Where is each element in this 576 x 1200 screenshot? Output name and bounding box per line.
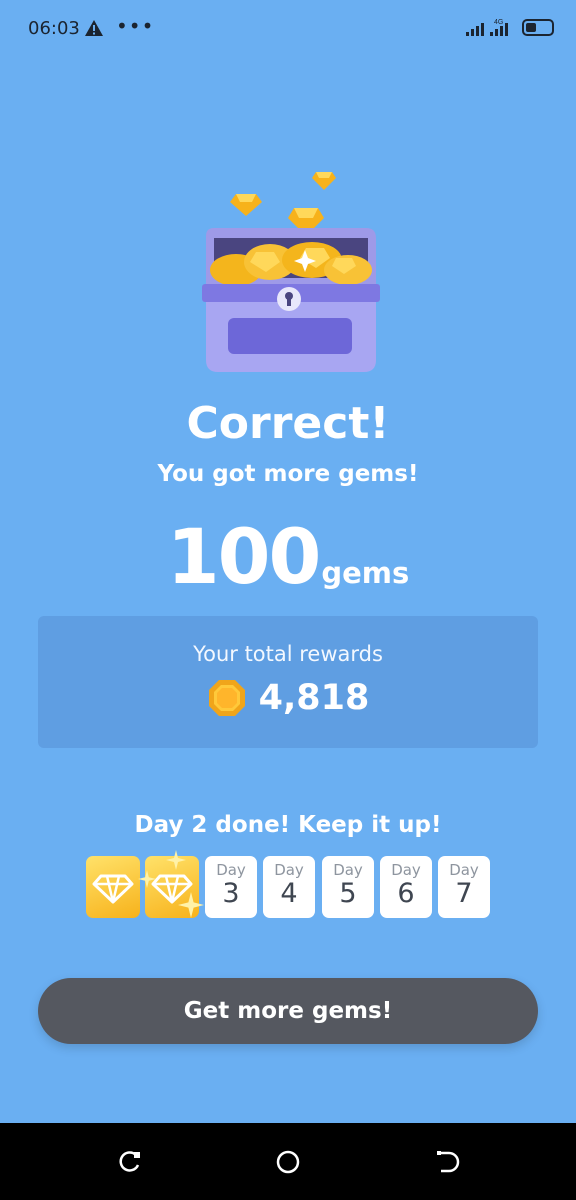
gem-icon <box>230 194 262 216</box>
result-title: Correct! <box>186 398 390 449</box>
get-more-gems-button[interactable]: Get more gems! <box>38 978 538 1044</box>
sparkle-icon <box>178 892 204 918</box>
gem-icon <box>312 172 336 190</box>
status-time: 06:03 <box>28 18 80 39</box>
sparkle-icon <box>166 850 186 870</box>
upcoming-day: Day 4 <box>263 856 315 918</box>
sparkle-icon <box>138 870 156 888</box>
home-icon[interactable] <box>273 1147 303 1177</box>
upcoming-day: Day 7 <box>438 856 490 918</box>
status-bar: 06:03 ••• 4G <box>0 0 576 58</box>
overflow-indicator: ••• <box>116 14 155 38</box>
total-rewards-value: 4,818 <box>258 678 370 718</box>
upcoming-day: Day 5 <box>322 856 374 918</box>
earned-amount-value: 100 <box>166 512 322 601</box>
result-subtitle: You got more gems! <box>157 461 419 487</box>
treasure-chest-icon <box>202 172 380 372</box>
signal-icon: 4G <box>466 19 508 36</box>
completed-day <box>86 856 140 918</box>
back-icon[interactable] <box>433 1147 463 1177</box>
navigation-bar <box>0 1123 576 1200</box>
earned-amount: 100gems <box>0 512 576 601</box>
upcoming-day: Day 3 <box>205 856 257 918</box>
total-rewards-label: Your total rewards <box>193 642 383 666</box>
total-rewards-row: 4,818 <box>38 678 538 718</box>
total-rewards-panel: Your total rewards 4,818 <box>38 616 538 748</box>
gem-icon <box>208 680 245 716</box>
earned-amount-unit: gems <box>321 556 410 590</box>
diamond-icon <box>92 874 134 904</box>
recent-apps-icon[interactable] <box>114 1147 144 1177</box>
warning-icon <box>85 20 103 36</box>
streak-message: Day 2 done! Keep it up! <box>134 812 442 838</box>
upcoming-day: Day 6 <box>380 856 432 918</box>
battery-icon <box>522 19 554 36</box>
network-label: 4G <box>494 19 503 26</box>
